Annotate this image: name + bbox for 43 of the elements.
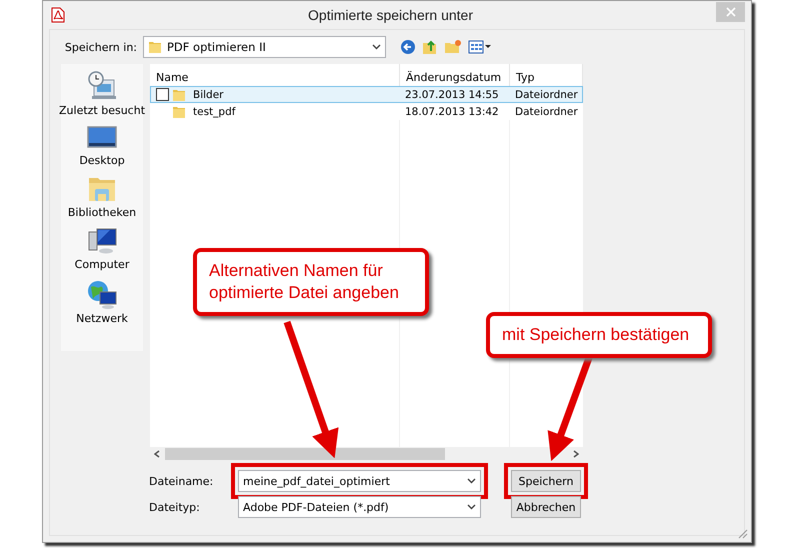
dropdown-caret-icon[interactable] [467,504,476,510]
resize-grip-icon[interactable] [738,529,748,539]
filename-field[interactable]: meine_pdf_datei_optimiert [238,470,481,492]
window-title: Optimierte speichern unter [307,7,474,23]
folder-icon [172,104,186,118]
scroll-left-icon[interactable] [154,450,160,458]
file-date: 18.07.2013 13:42 [404,106,500,118]
cancel-button[interactable]: Abbrechen [511,496,581,518]
row-checkbox[interactable] [156,88,169,101]
filetype-label: Dateityp: [149,500,201,514]
file-date: 23.07.2013 14:55 [404,88,500,100]
close-icon [726,7,736,17]
network-icon [86,278,118,310]
filename-label: Dateiname: [149,474,214,488]
pdf-file-icon [51,7,65,23]
view-menu-button[interactable] [468,40,492,54]
places-item[interactable]: Netzwerk [76,278,128,325]
places-item[interactable]: Bibliotheken [68,174,136,219]
up-folder-button[interactable] [422,39,438,55]
file-name: Bilder [192,88,224,100]
places-item[interactable]: Desktop [79,124,125,167]
computer-icon [86,226,118,256]
file-name: test_pdf [192,106,236,118]
recent-places-icon [86,70,118,102]
folder-icon [172,88,186,102]
places-item[interactable]: Computer [74,226,130,271]
callout: mit Speichern bestätigen [486,312,712,358]
folder-up-icon [422,39,438,55]
file-type: Dateiordner [514,88,579,100]
location-label: Speichern in: [64,40,138,54]
places-item[interactable]: Zuletzt besucht [59,70,146,117]
location-dropdown[interactable]: PDF optimieren II [143,36,386,58]
filetype-dropdown[interactable]: Adobe PDF-Dateien (*.pdf) [238,496,481,518]
dropdown-caret-icon[interactable] [372,44,381,50]
back-button[interactable] [400,39,416,55]
callout: Alternativen Namen für optimierte Datei angeben [193,248,429,316]
scroll-right-icon[interactable] [573,450,579,458]
folder-icon [148,40,162,54]
file-row[interactable]: Bilder 23.07.2013 14:55 Dateiordner [150,86,583,103]
dropdown-caret-icon[interactable] [467,478,476,484]
new-folder-icon [444,39,462,55]
file-type: Dateiordner [514,106,579,118]
view-grid-icon [468,40,492,54]
